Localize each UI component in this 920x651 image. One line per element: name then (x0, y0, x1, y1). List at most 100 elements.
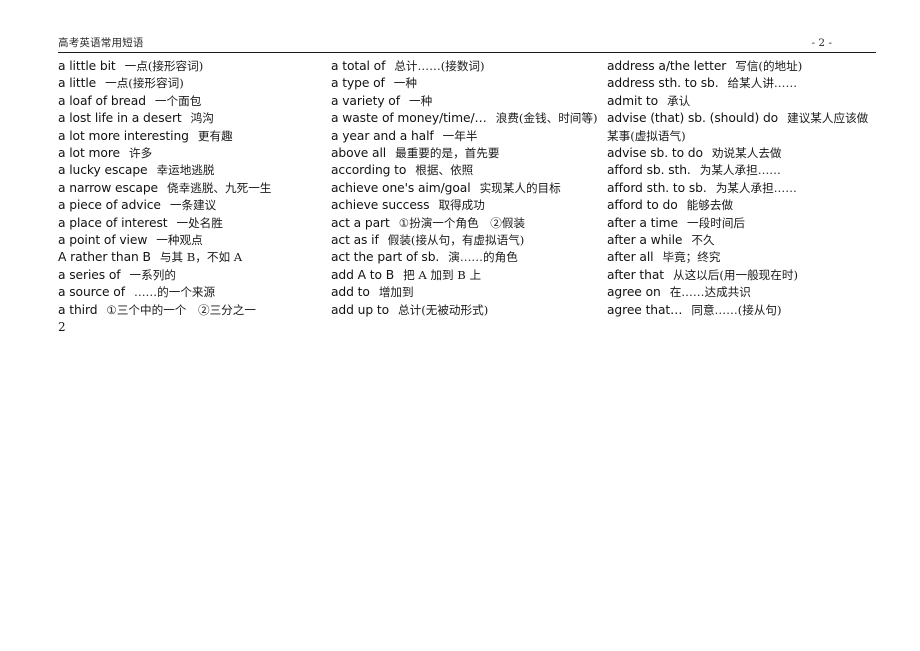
phrase-entry: add A to B 把 A 加到 B 上 (331, 267, 599, 284)
phrase-entry: a source of ……的一个来源 (58, 284, 326, 301)
phrase-chinese: 侥幸逃脱、九死一生 (167, 180, 272, 195)
phrase-chinese: 总计……(接数词) (394, 59, 485, 73)
phrase-column-3: address a/the letter 写信(的地址) address sth. … (607, 58, 879, 319)
phrase-chinese: 写信(的地址) (735, 59, 803, 73)
phrase-chinese: 一点(接形容词) (105, 76, 184, 91)
phrase-chinese: 同意……(接从句) (691, 302, 782, 317)
phrase-english: a place of interest (58, 215, 168, 230)
phrase-english: act as if (331, 233, 379, 248)
document-page: 高考英语常用短语 - 2 - a little bit 一点(接形容词) a lit… (0, 0, 920, 651)
phrase-english: a loaf of bread (58, 93, 146, 108)
phrase-entry: address a/the letter 写信(的地址) (607, 58, 879, 75)
phrase-chinese: 增加到 (378, 285, 414, 300)
phrase-entry: a lot more interesting 更有趣 (58, 128, 326, 145)
phrase-entry: a type of 一种 (331, 75, 599, 92)
phrase-chinese: 根据、依照 (415, 163, 474, 178)
phrase-entry: A rather than B 与其 B，不如 A (58, 249, 326, 266)
phrase-chinese: 一段时间后 (687, 215, 746, 230)
phrase-entry: a lot more 许多 (58, 145, 326, 162)
phrase-entry: agree that… 同意……(接从句) (607, 302, 879, 319)
phrase-english: a point of view (58, 233, 148, 248)
phrase-entry: a place of interest 一处名胜 (58, 215, 326, 232)
phrase-chinese: 与其 B，不如 A (159, 250, 243, 265)
phrase-entry: a piece of advice 一条建议 (58, 197, 326, 214)
phrase-entry: afford sth. to sb. 为某人承担…… (607, 180, 879, 197)
phrase-chinese: 一个面包 (154, 93, 202, 108)
phrase-chinese: 在……达成共识 (669, 285, 751, 300)
phrase-entry: after that 从这以后(用一般现在时) (607, 267, 879, 284)
phrase-chinese: ……的一个来源 (133, 285, 216, 300)
phrase-chinese: 最重要的是，首先要 (395, 146, 500, 161)
phrase-english: a lot more interesting (58, 128, 189, 143)
phrase-english: a little bit (58, 59, 116, 73)
phrase-entry: a year and a half 一年半 (331, 128, 599, 145)
phrase-column-2: a total of 总计……(接数词) a type of 一种 a variety … (331, 58, 599, 319)
phrase-english: a variety of (331, 93, 400, 108)
phrase-english: address a/the letter (607, 59, 727, 73)
phrase-chinese: ①扮演一个角色 ②假装 (398, 215, 526, 230)
phrase-english: after that (607, 267, 664, 282)
phrase-entry: a loaf of bread 一个面包 (58, 93, 326, 110)
phrase-entry: advise (that) sb. (should) do 建议某人应该做某事(虚… (607, 110, 879, 145)
phrase-chinese: 更有趣 (197, 128, 233, 143)
phrase-chinese: 把 A 加到 B 上 (403, 267, 482, 282)
phrase-entry: act the part of sb. 演……的角色 (331, 249, 599, 266)
phrase-entry: according to 根据、依照 (331, 162, 599, 179)
phrase-chinese: 总计(无被动形式) (398, 302, 489, 317)
phrase-entry: act as if 假装(接从句，有虚拟语气) (331, 232, 599, 249)
phrase-english: a waste of money/time/… (331, 111, 487, 126)
phrase-english: add A to B (331, 267, 395, 282)
phrase-english: act a part (331, 215, 390, 230)
phrase-english: act the part of sb. (331, 250, 440, 265)
phrase-english: A rather than B (58, 250, 151, 265)
phrase-entry: after a time 一段时间后 (607, 215, 879, 232)
phrase-english: a narrow escape (58, 180, 159, 195)
phrase-english: above all (331, 146, 387, 161)
phrase-english: after a while (607, 233, 683, 248)
phrase-chinese: ①三个中的一个 ②三分之一 (106, 302, 256, 317)
phrase-chinese: 给某人讲…… (727, 76, 798, 91)
running-header: 高考英语常用短语 - 2 - (58, 34, 876, 53)
phrase-english: after all (607, 250, 654, 265)
phrase-entry: a total of 总计……(接数词) (331, 58, 599, 75)
phrase-entry: add to 增加到 (331, 284, 599, 301)
phrase-entry: a series of 一系列的 (58, 267, 326, 284)
phrase-chinese: 一年半 (442, 128, 478, 143)
phrase-chinese: 幸运地逃脱 (156, 163, 215, 178)
phrase-chinese: 一系列的 (129, 267, 176, 282)
phrase-chinese: 不久 (691, 233, 715, 248)
phrase-chinese: 劝说某人去做 (711, 146, 782, 161)
phrase-entry: a variety of 一种 (331, 93, 599, 110)
phrase-entry: a waste of money/time/… 浪费(金钱、时间等) (331, 110, 599, 127)
phrase-entry: after a while 不久 (607, 232, 879, 249)
phrase-english: a source of (58, 285, 125, 300)
phrase-entry: achieve one's aim/goal 实现某人的目标 (331, 180, 599, 197)
phrase-column-1: a little bit 一点(接形容词) a little 一点(接形容词) a lo… (58, 58, 326, 337)
phrase-english: achieve success (331, 198, 430, 213)
phrase-entry: a little 一点(接形容词) (58, 75, 326, 92)
phrase-chinese: 一种 (408, 93, 433, 108)
phrase-chinese: 一种 (393, 76, 417, 91)
phrase-english: add up to (331, 302, 390, 317)
phrase-chinese: 取得成功 (438, 198, 485, 213)
phrase-english: a series of (58, 267, 121, 282)
phrase-chinese: 假装(接从句，有虚拟语气) (387, 233, 525, 248)
phrase-english: admit to (607, 93, 659, 108)
phrase-chinese: 一点(接形容词) (124, 59, 204, 73)
phrase-english: agree that… (607, 302, 683, 317)
phrase-entry: add up to 总计(无被动形式) (331, 302, 599, 319)
phrase-english: advise (that) sb. (should) do (607, 111, 779, 126)
phrase-entry: above all 最重要的是，首先要 (331, 145, 599, 162)
phrase-english: achieve one's aim/goal (331, 180, 471, 195)
phrase-english: advise sb. to do (607, 146, 703, 161)
phrase-english: add to (331, 285, 370, 300)
phrase-chinese: 能够去做 (686, 198, 734, 213)
phrase-english: a little (58, 76, 97, 91)
phrase-english: agree on (607, 285, 661, 300)
header-title: 高考英语常用短语 (58, 37, 144, 49)
phrase-chinese: 浪费(金钱、时间等) (495, 111, 598, 126)
header-page-number: - 2 - (811, 37, 832, 49)
phrase-entry: a third ①三个中的一个 ②三分之一 (58, 302, 326, 319)
phrase-english: a piece of advice (58, 198, 161, 213)
phrase-english: afford sth. to sb. (607, 180, 707, 195)
